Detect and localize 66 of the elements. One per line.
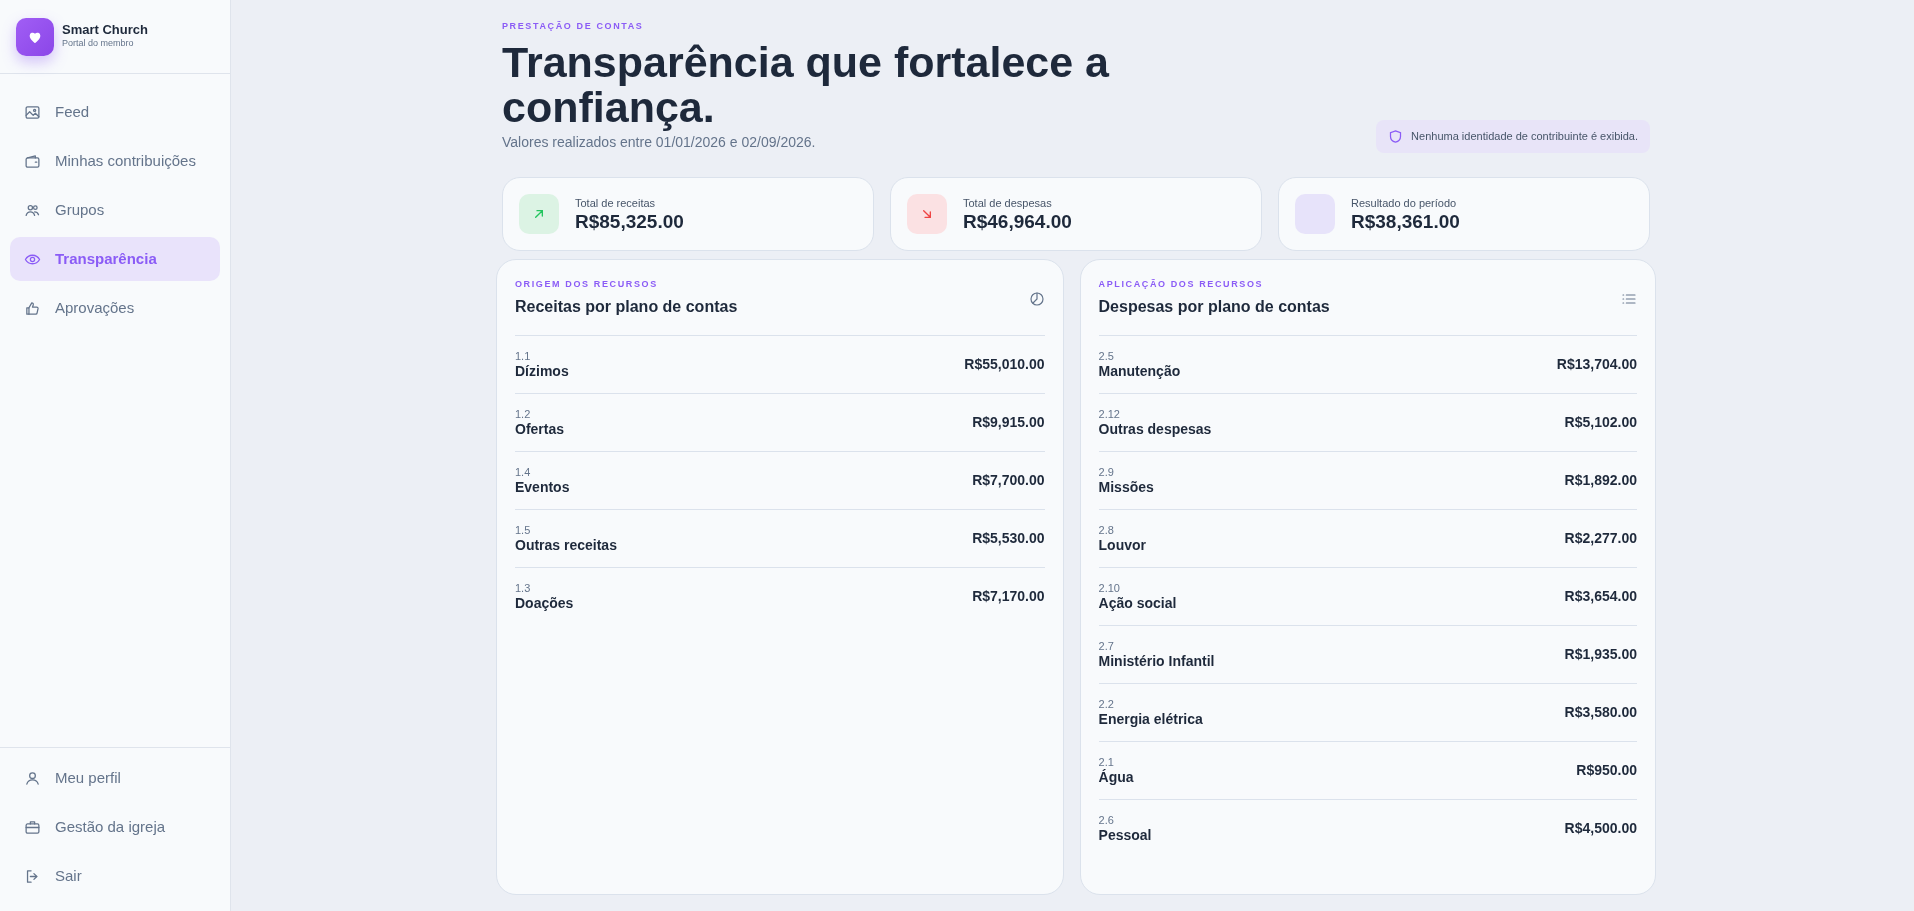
- privacy-note: Nenhuma identidade de contribuinte é exibida.: [1376, 120, 1650, 153]
- account-code: 2.9: [1098, 465, 1115, 479]
- account-code: 1.2: [515, 407, 532, 421]
- account-name: Outras receitas: [515, 536, 617, 554]
- account-name: Ministério Infantil: [1098, 652, 1215, 670]
- account-name: Dízimos: [515, 362, 569, 380]
- nav-link[interactable]: Transparência: [10, 237, 220, 281]
- account-amount: R$1,935.00: [1564, 645, 1637, 665]
- account-code: 2.1: [1098, 755, 1115, 769]
- page-subtitle: Valores realizados entre 01/01/2026 e 02/09/2026.: [502, 132, 817, 152]
- stat-value: R$85,325.00: [575, 211, 684, 233]
- account-name: Ofertas: [515, 420, 565, 438]
- account-name: Eventos: [515, 478, 570, 496]
- stat-value: R$46,964.00: [963, 211, 1072, 233]
- nav-link[interactable]: Minhas contribuições: [10, 139, 220, 183]
- account-name: Doações: [515, 594, 574, 612]
- account-amount: R$13,704.00: [1556, 355, 1637, 375]
- account-name: Água: [1098, 768, 1134, 786]
- account-code: 2.2: [1098, 697, 1115, 711]
- nav-link[interactable]: Feed: [10, 90, 220, 134]
- account-code: 2.5: [1098, 349, 1115, 363]
- account-code: 1.3: [515, 581, 532, 595]
- page-title: Transparência que fortalece a confiança.: [502, 39, 1111, 130]
- stat-label: Total de receitas: [575, 196, 657, 212]
- account-name: Energia elétrica: [1098, 710, 1203, 728]
- account-amount: R$950.00: [1576, 761, 1637, 781]
- account-amount: R$55,010.00: [964, 355, 1045, 375]
- account-amount: R$9,915.00: [972, 413, 1045, 433]
- account-amount: R$7,170.00: [972, 587, 1045, 607]
- account-code: 1.5: [515, 523, 532, 537]
- account-name: Louvor: [1098, 536, 1146, 554]
- account-code: 1.1: [515, 349, 532, 363]
- panel-eyebrow: APLICAÇÃO DOS RECURSOS: [1098, 277, 1265, 291]
- account-code: 2.8: [1098, 523, 1115, 537]
- account-name: Missões: [1098, 478, 1154, 496]
- account-amount: R$5,530.00: [972, 529, 1045, 549]
- nav-link[interactable]: Grupos: [10, 188, 220, 232]
- panel-title: Receitas por plano de contas: [515, 297, 738, 318]
- account-amount: R$4,500.00: [1564, 819, 1637, 839]
- section-eyebrow: PRESTAÇÃO DE CONTAS: [502, 20, 645, 33]
- account-name: Manutenção: [1098, 362, 1181, 380]
- nav-link[interactable]: Aprovações: [10, 286, 220, 330]
- stat-label: Resultado do período: [1351, 196, 1458, 212]
- account-name: Outras despesas: [1098, 420, 1212, 438]
- account-code: 2.12: [1098, 407, 1121, 421]
- account-amount: R$5,102.00: [1564, 413, 1637, 433]
- nav-link[interactable]: Gestão da igreja: [10, 805, 220, 849]
- account-code: 1.4: [515, 465, 532, 479]
- account-amount: R$2,277.00: [1564, 529, 1637, 549]
- account-amount: R$1,892.00: [1564, 471, 1637, 491]
- account-code: 2.10: [1098, 581, 1121, 595]
- nav-link[interactable]: Meu perfil: [10, 756, 220, 800]
- account-amount: R$7,700.00: [972, 471, 1045, 491]
- nav-link[interactable]: Sair: [10, 854, 220, 898]
- stat-label: Total de despesas: [963, 196, 1053, 212]
- account-amount: R$3,654.00: [1564, 587, 1637, 607]
- account-amount: R$3,580.00: [1564, 703, 1637, 723]
- brand-name: Smart Church: [62, 22, 148, 37]
- account-code: 2.6: [1098, 813, 1115, 827]
- account-name: Ação social: [1098, 594, 1177, 612]
- brand-subtitle: Portal do membro: [62, 36, 135, 50]
- stat-value: R$38,361.00: [1351, 211, 1460, 233]
- panel-eyebrow: ORIGEM DOS RECURSOS: [515, 277, 659, 291]
- account-name: Pessoal: [1098, 826, 1152, 844]
- account-code: 2.7: [1098, 639, 1115, 653]
- panel-title: Despesas por plano de contas: [1098, 297, 1330, 318]
